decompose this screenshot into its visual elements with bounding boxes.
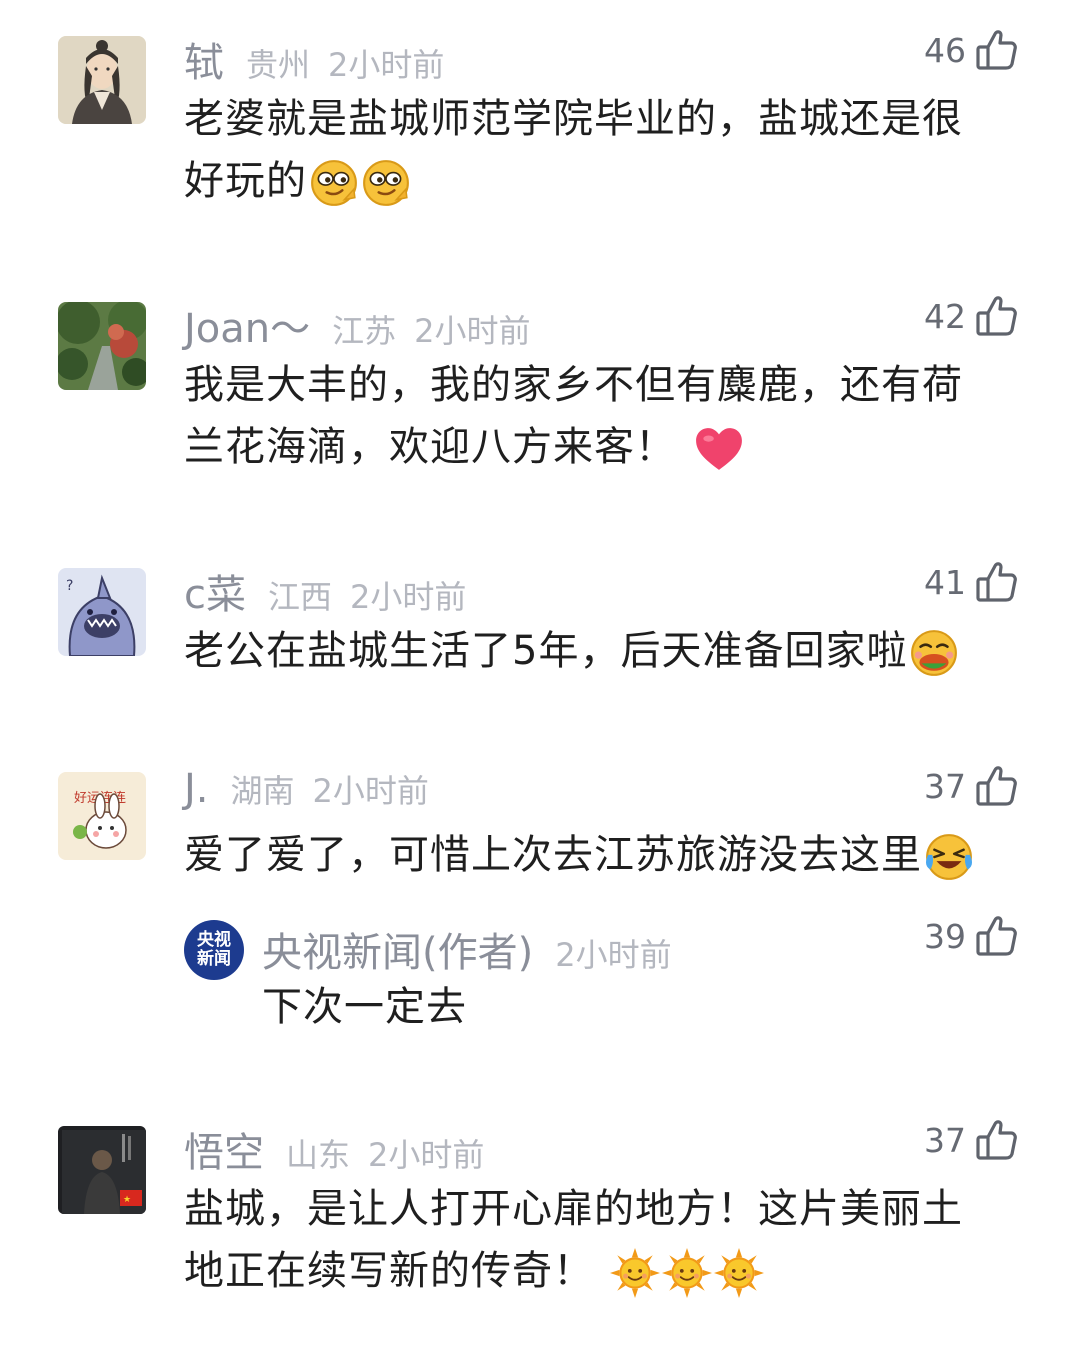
like-count: 42 — [924, 296, 966, 336]
comment-meta: c菜 江西 2小时前 — [184, 562, 466, 620]
comment-text-line: 我是大丰的，我的家乡不但有麋鹿，还有荷 — [184, 362, 963, 408]
comment-text-line: 老公在盐城生活了5年，后天准备回家啦 — [184, 620, 1044, 682]
sun-emoji-icon — [662, 1248, 712, 1298]
comment-text: 老婆就是盐城师范学院毕业的，盐城还是很 好玩的 — [184, 88, 1024, 212]
comment-text: 老公在盐城生活了5年，后天准备回家啦 — [184, 620, 1044, 682]
sun-emoji-icon — [714, 1248, 764, 1298]
cctv-logo-text: 央视 — [197, 930, 231, 950]
username[interactable]: 轼 — [184, 30, 224, 88]
comment-text: 爱了爱了，可惜上次去江苏旅游没去这里 — [184, 824, 1044, 886]
timestamp: 2小时前 — [555, 936, 672, 974]
user-avatar[interactable] — [58, 302, 146, 390]
timestamp: 2小时前 — [312, 772, 429, 810]
timestamp: 2小时前 — [328, 46, 445, 84]
like-count: 37 — [924, 766, 966, 806]
like-count: 46 — [924, 30, 966, 70]
timestamp: 2小时前 — [350, 578, 467, 616]
location: 江苏 — [332, 312, 397, 350]
comment-text-line: 爱了爱了，可惜上次去江苏旅游没去这里 — [184, 824, 1044, 886]
user-avatar[interactable]: ★ — [58, 1126, 146, 1214]
username[interactable]: 悟空 — [184, 1120, 264, 1178]
comment-meta: 轼 贵州 2小时前 — [184, 30, 444, 88]
svg-text:★: ★ — [123, 1195, 131, 1205]
comment-text-line2: 好玩的 — [184, 158, 307, 204]
comment-text-line: 好玩的 — [184, 150, 1024, 212]
comment-text-line2: 兰花海滴，欢迎八方来客！ — [184, 424, 676, 470]
like-button[interactable]: 42 — [924, 294, 1018, 338]
svg-text:?: ? — [66, 578, 73, 594]
like-button[interactable]: 39 — [924, 914, 1018, 958]
location: 湖南 — [230, 772, 295, 810]
comment-text-line2: 地正在续写新的传奇！ — [184, 1248, 594, 1294]
comment-meta: 悟空 山东 2小时前 — [184, 1120, 484, 1178]
timestamp: 2小时前 — [414, 312, 531, 350]
comment-text-line: 老婆就是盐城师范学院毕业的，盐城还是很 — [184, 96, 963, 142]
reply-meta: 央视新闻(作者) 2小时前 — [262, 920, 672, 978]
location: 江西 — [268, 578, 333, 616]
username[interactable]: c菜 — [184, 562, 246, 620]
thumbs-up-icon — [976, 294, 1018, 338]
thumbs-up-icon — [976, 560, 1018, 604]
comment-text-line: 地正在续写新的传奇！ — [184, 1240, 1024, 1302]
eating-face-emoji-icon — [909, 628, 959, 678]
comment-meta: Joan～ 江苏 2小时前 — [184, 296, 531, 354]
like-button[interactable]: 46 — [924, 28, 1018, 72]
crying-laughing-emoji-icon — [924, 832, 974, 882]
thumbs-up-icon — [976, 914, 1018, 958]
like-count: 39 — [924, 916, 966, 956]
author-name[interactable]: 央视新闻(作者) — [262, 920, 533, 978]
cctv-logo-text: 新闻 — [197, 949, 231, 969]
like-count: 41 — [924, 562, 966, 602]
reply-text: 下次一定去 — [262, 984, 467, 1030]
like-button[interactable]: 41 — [924, 560, 1018, 604]
like-button[interactable]: 37 — [924, 764, 1018, 808]
cctv-news-avatar[interactable]: 央视 新闻 — [184, 920, 244, 980]
comment-text-line: 兰花海滴，欢迎八方来客！ — [184, 416, 1024, 478]
username[interactable]: Joan～ — [184, 296, 310, 354]
location: 山东 — [286, 1136, 351, 1174]
username[interactable]: J. — [184, 766, 209, 812]
user-avatar[interactable]: 好运连连 — [58, 772, 146, 860]
timestamp: 2小时前 — [368, 1136, 485, 1174]
smug-face-emoji-icon — [309, 158, 359, 208]
comment-text-line1: 老公在盐城生活了5年，后天准备回家啦 — [184, 628, 908, 674]
user-avatar[interactable]: ? — [58, 568, 146, 656]
comment-text-line: 盐城，是让人打开心扉的地方！这片美丽土 — [184, 1186, 963, 1232]
location: 贵州 — [246, 46, 311, 84]
thumbs-up-icon — [976, 764, 1018, 808]
thumbs-up-icon — [976, 1118, 1018, 1162]
comment-text: 我是大丰的，我的家乡不但有麋鹿，还有荷 兰花海滴，欢迎八方来客！ — [184, 354, 1024, 478]
comment-meta: J. 湖南 2小时前 — [184, 766, 429, 812]
heart-emoji-icon — [694, 426, 744, 472]
like-button[interactable]: 37 — [924, 1118, 1018, 1162]
user-avatar[interactable] — [58, 36, 146, 124]
sun-emoji-icon — [610, 1248, 660, 1298]
smug-face-emoji-icon — [361, 158, 411, 208]
thumbs-up-icon — [976, 28, 1018, 72]
comment-text: 盐城，是让人打开心扉的地方！这片美丽土 地正在续写新的传奇！ — [184, 1178, 1024, 1302]
like-count: 37 — [924, 1120, 966, 1160]
comment-text-line1: 爱了爱了，可惜上次去江苏旅游没去这里 — [184, 832, 922, 878]
